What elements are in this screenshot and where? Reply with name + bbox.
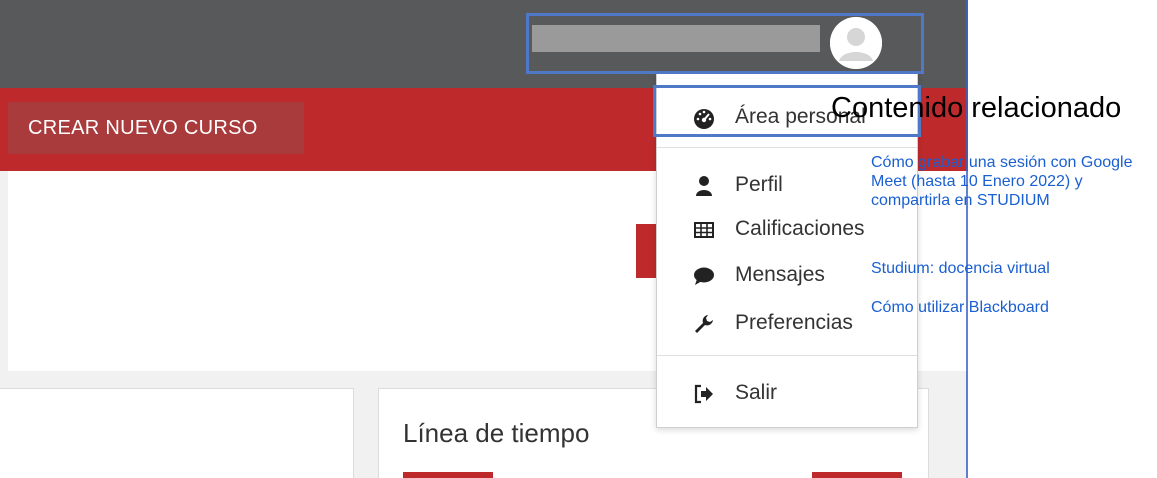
user-icon xyxy=(693,175,715,197)
menu-item-label: Perfil xyxy=(735,173,783,196)
menu-item-label: Calificaciones xyxy=(735,217,865,240)
create-course-button[interactable]: CREAR NUEVO CURSO xyxy=(8,102,304,154)
menu-item-grades[interactable]: Calificaciones xyxy=(657,209,917,249)
panel-separator xyxy=(966,0,968,478)
related-link-blackboard[interactable]: Cómo utilizar Blackboard xyxy=(871,298,1151,317)
menu-item-label: Preferencias xyxy=(735,311,853,334)
related-content-heading: Contenido relacionado xyxy=(831,92,1122,124)
menu-divider xyxy=(657,147,917,148)
left-card xyxy=(0,388,354,478)
table-icon xyxy=(693,219,715,241)
comment-icon xyxy=(693,265,715,287)
timeline-sort-button[interactable] xyxy=(812,472,902,478)
menu-item-label: Salir xyxy=(735,381,778,404)
highlight-user-menu xyxy=(526,13,924,74)
app-window: CREAR NUEVO CURSO Línea de tiempo Área p… xyxy=(0,0,1157,478)
menu-divider xyxy=(657,355,917,356)
timeline-filter-button[interactable] xyxy=(403,472,493,478)
related-link-studium[interactable]: Studium: docencia virtual xyxy=(871,259,1151,278)
wrench-icon xyxy=(693,313,715,335)
moodle-screenshot: CREAR NUEVO CURSO Línea de tiempo Área p… xyxy=(0,0,968,478)
sign-out-icon xyxy=(693,383,715,405)
menu-item-logout[interactable]: Salir xyxy=(657,373,917,413)
menu-item-label: Mensajes xyxy=(735,263,825,286)
related-link-google-meet[interactable]: Cómo grabar una sesión con Google Meet (… xyxy=(871,153,1151,210)
timeline-title: Línea de tiempo xyxy=(403,418,590,448)
